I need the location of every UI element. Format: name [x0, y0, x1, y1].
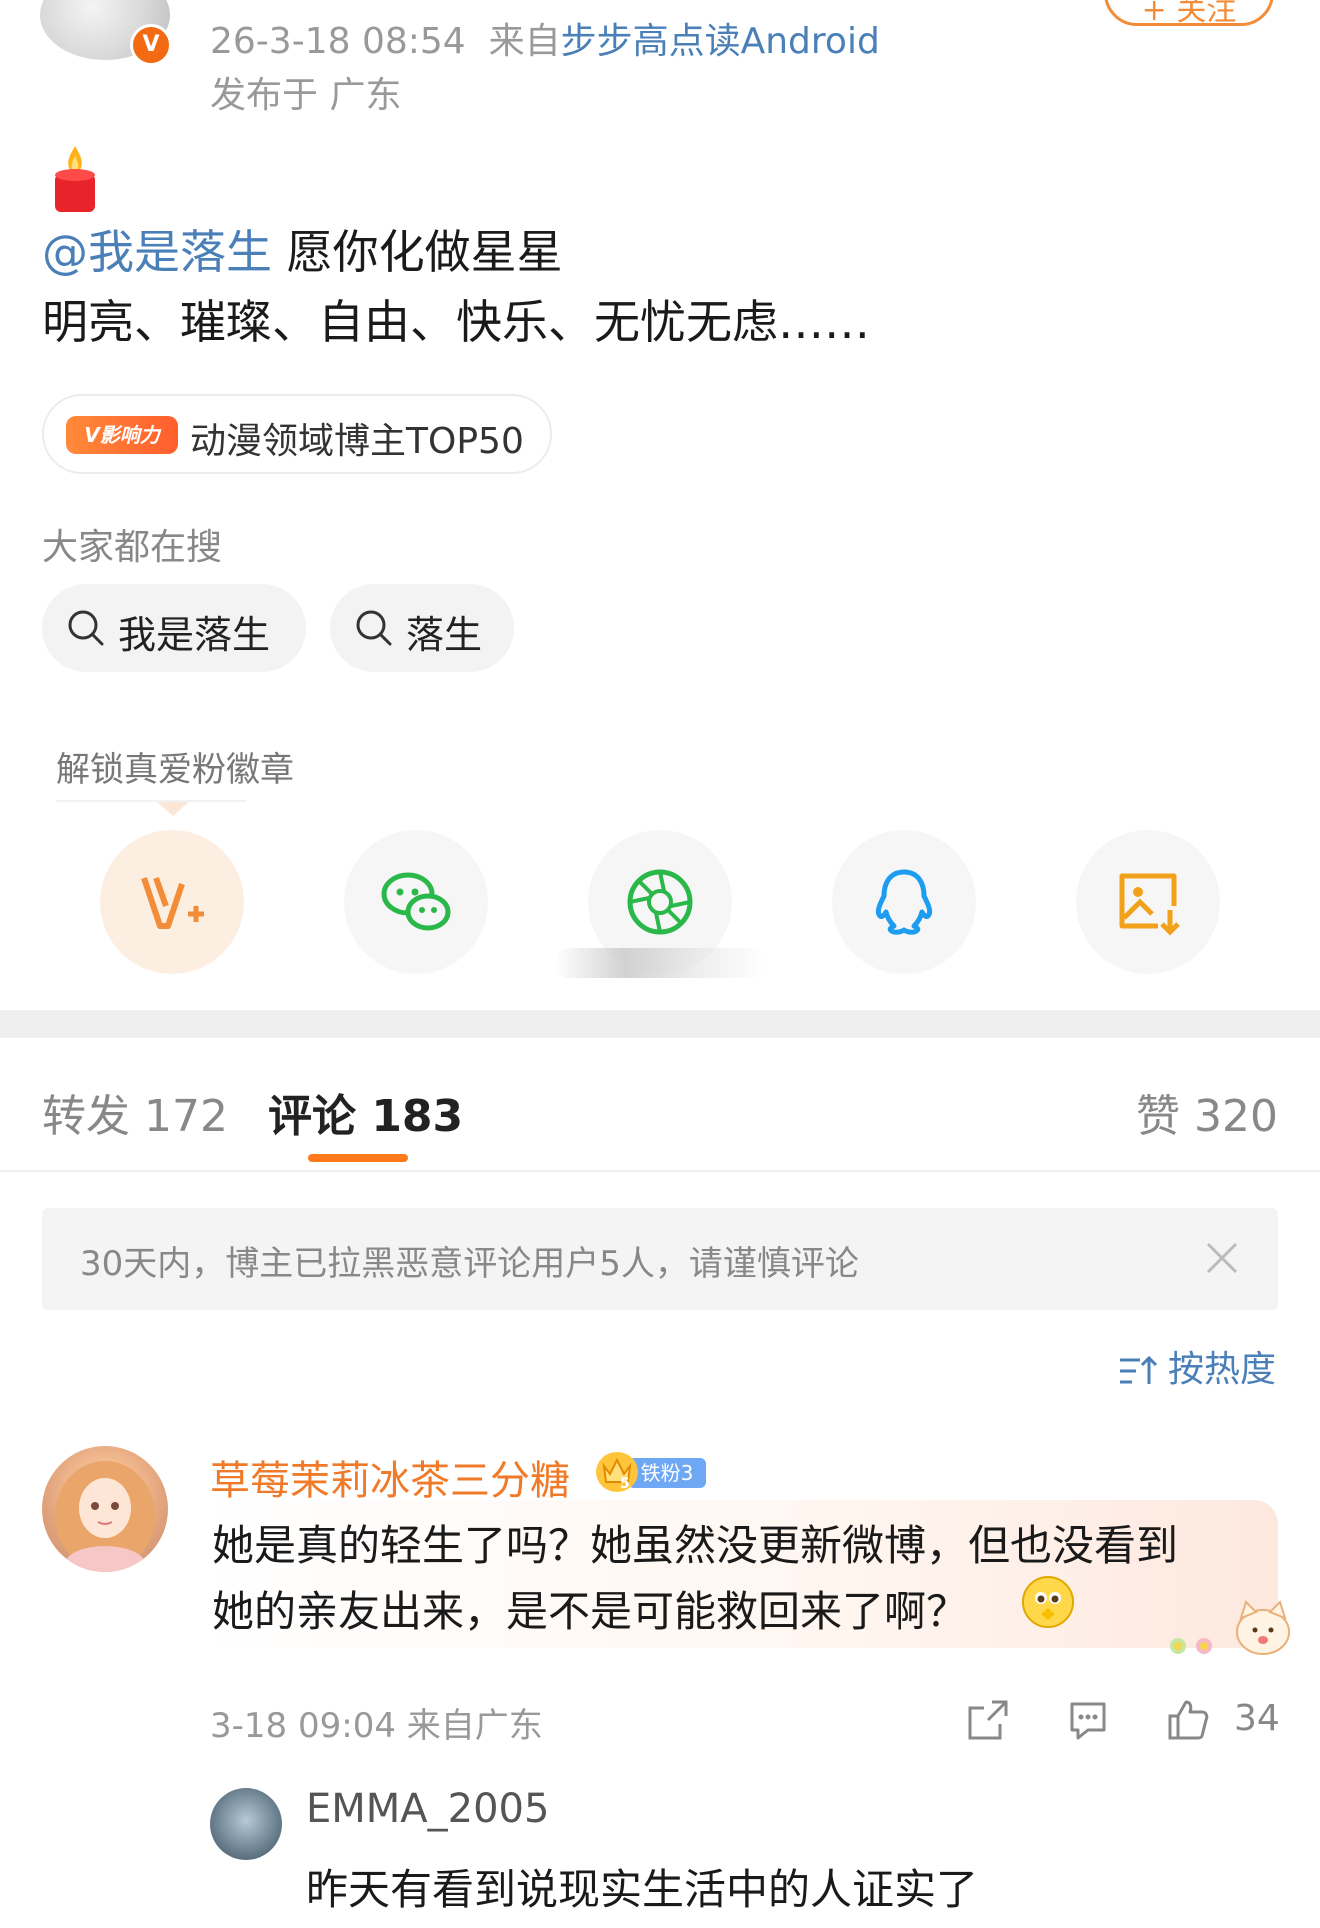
- post-text-line2: 明亮、璀璨、自由、快乐、无忧无虑……: [42, 295, 870, 349]
- sort-icon: [1120, 1355, 1158, 1384]
- qq-icon: [875, 869, 933, 935]
- share-weibo-button[interactable]: [100, 830, 244, 974]
- blurred-overlay: [555, 948, 765, 978]
- share-qq-button[interactable]: [832, 830, 976, 974]
- tab-comments[interactable]: 评论 183: [268, 1080, 463, 1144]
- search-chip-label: 我是落生: [118, 613, 271, 657]
- post-timestamp: 26-3-18 08:54: [210, 21, 466, 62]
- sort-button[interactable]: 按热度: [1118, 1340, 1276, 1392]
- search-icon: [68, 610, 104, 646]
- save-image-button[interactable]: [1076, 830, 1220, 974]
- fan-badge-pointer: [157, 802, 189, 816]
- share-wechat-button[interactable]: [344, 830, 488, 974]
- moments-icon: [627, 869, 693, 935]
- source-prefix: 来自: [488, 21, 561, 62]
- post-location: 发布于 广东: [210, 75, 402, 116]
- share-icon[interactable]: [966, 1698, 1010, 1742]
- post-source: 步步高点读Android: [560, 21, 880, 62]
- fan-level-text: 铁粉3: [628, 1458, 706, 1488]
- comment-text-line1: 她是真的轻生了吗？她虽然没更新微博，但也没看到: [212, 1521, 1179, 1570]
- flower-decoration-icon: [1170, 1638, 1212, 1654]
- reply-username[interactable]: EMMA_2005: [306, 1786, 549, 1832]
- comment-notice-banner: 30天内，博主已拉黑恶意评论用户5人，请谨慎评论: [42, 1208, 1278, 1310]
- crown-icon: 5: [596, 1452, 638, 1492]
- notice-text: 30天内，博主已拉黑恶意评论用户5人，请谨慎评论: [80, 1244, 859, 1284]
- trending-search-heading: 大家都在搜: [42, 527, 223, 568]
- influence-badge[interactable]: V影响力 动漫领域博主TOP50: [42, 394, 552, 474]
- cat-sticker-icon: [1236, 1600, 1290, 1655]
- influence-tag: V影响力: [66, 416, 178, 454]
- like-icon[interactable]: [1166, 1698, 1210, 1742]
- reply-text: 昨天有看到说现实生活中的人证实了: [306, 1865, 979, 1914]
- comment-text-line2: 她的亲友出来，是不是可能救回来了啊？: [212, 1587, 969, 1636]
- reply-avatar[interactable]: [210, 1788, 282, 1860]
- search-chip-label: 落生: [406, 613, 483, 657]
- post-text-line1: @我是落生 愿你化做星星: [42, 216, 563, 282]
- pleading-emoji-icon: [1022, 1576, 1074, 1628]
- fan-badge-heading: 解锁真爱粉徽章: [56, 750, 294, 790]
- v-plus-icon: [141, 876, 204, 929]
- verified-badge: V: [130, 24, 172, 66]
- reply-icon[interactable]: [1066, 1698, 1110, 1742]
- tab-divider: [0, 1170, 1320, 1172]
- comment-meta: 3-18 09:04 来自广东: [210, 1706, 543, 1746]
- sort-label: 按热度: [1168, 1349, 1277, 1390]
- search-chip[interactable]: 我是落生: [42, 584, 306, 672]
- tab-repost[interactable]: 转发 172: [42, 1080, 228, 1144]
- candle-icon: [55, 146, 95, 212]
- post-text-rest: 愿你化做星星: [272, 225, 563, 279]
- save-image-icon: [1119, 873, 1180, 936]
- tab-likes[interactable]: 赞 320: [1136, 1080, 1278, 1144]
- post-meta: 26-3-18 08:54 来自步步高点读Android: [210, 12, 880, 64]
- mention-link[interactable]: @我是落生: [42, 225, 272, 279]
- section-divider: [0, 1010, 1320, 1038]
- fan-badge-divider: [56, 800, 246, 802]
- search-icon: [356, 610, 392, 646]
- close-icon[interactable]: [1202, 1238, 1242, 1278]
- follow-button[interactable]: + 关注: [1104, 0, 1274, 28]
- fan-level-number: 5: [620, 1476, 630, 1492]
- influence-text: 动漫领域博主TOP50: [190, 421, 524, 462]
- avatar-illustration: [55, 1461, 155, 1572]
- tab-active-indicator: [308, 1154, 408, 1162]
- search-chip[interactable]: 落生: [330, 584, 514, 672]
- like-count: 34: [1234, 1698, 1280, 1739]
- wechat-icon: [381, 872, 451, 931]
- fan-level-badge: 铁粉3 5: [596, 1452, 708, 1492]
- commenter-avatar[interactable]: [42, 1446, 168, 1572]
- commenter-name[interactable]: 草莓茉莉冰茶三分糖: [210, 1448, 570, 1506]
